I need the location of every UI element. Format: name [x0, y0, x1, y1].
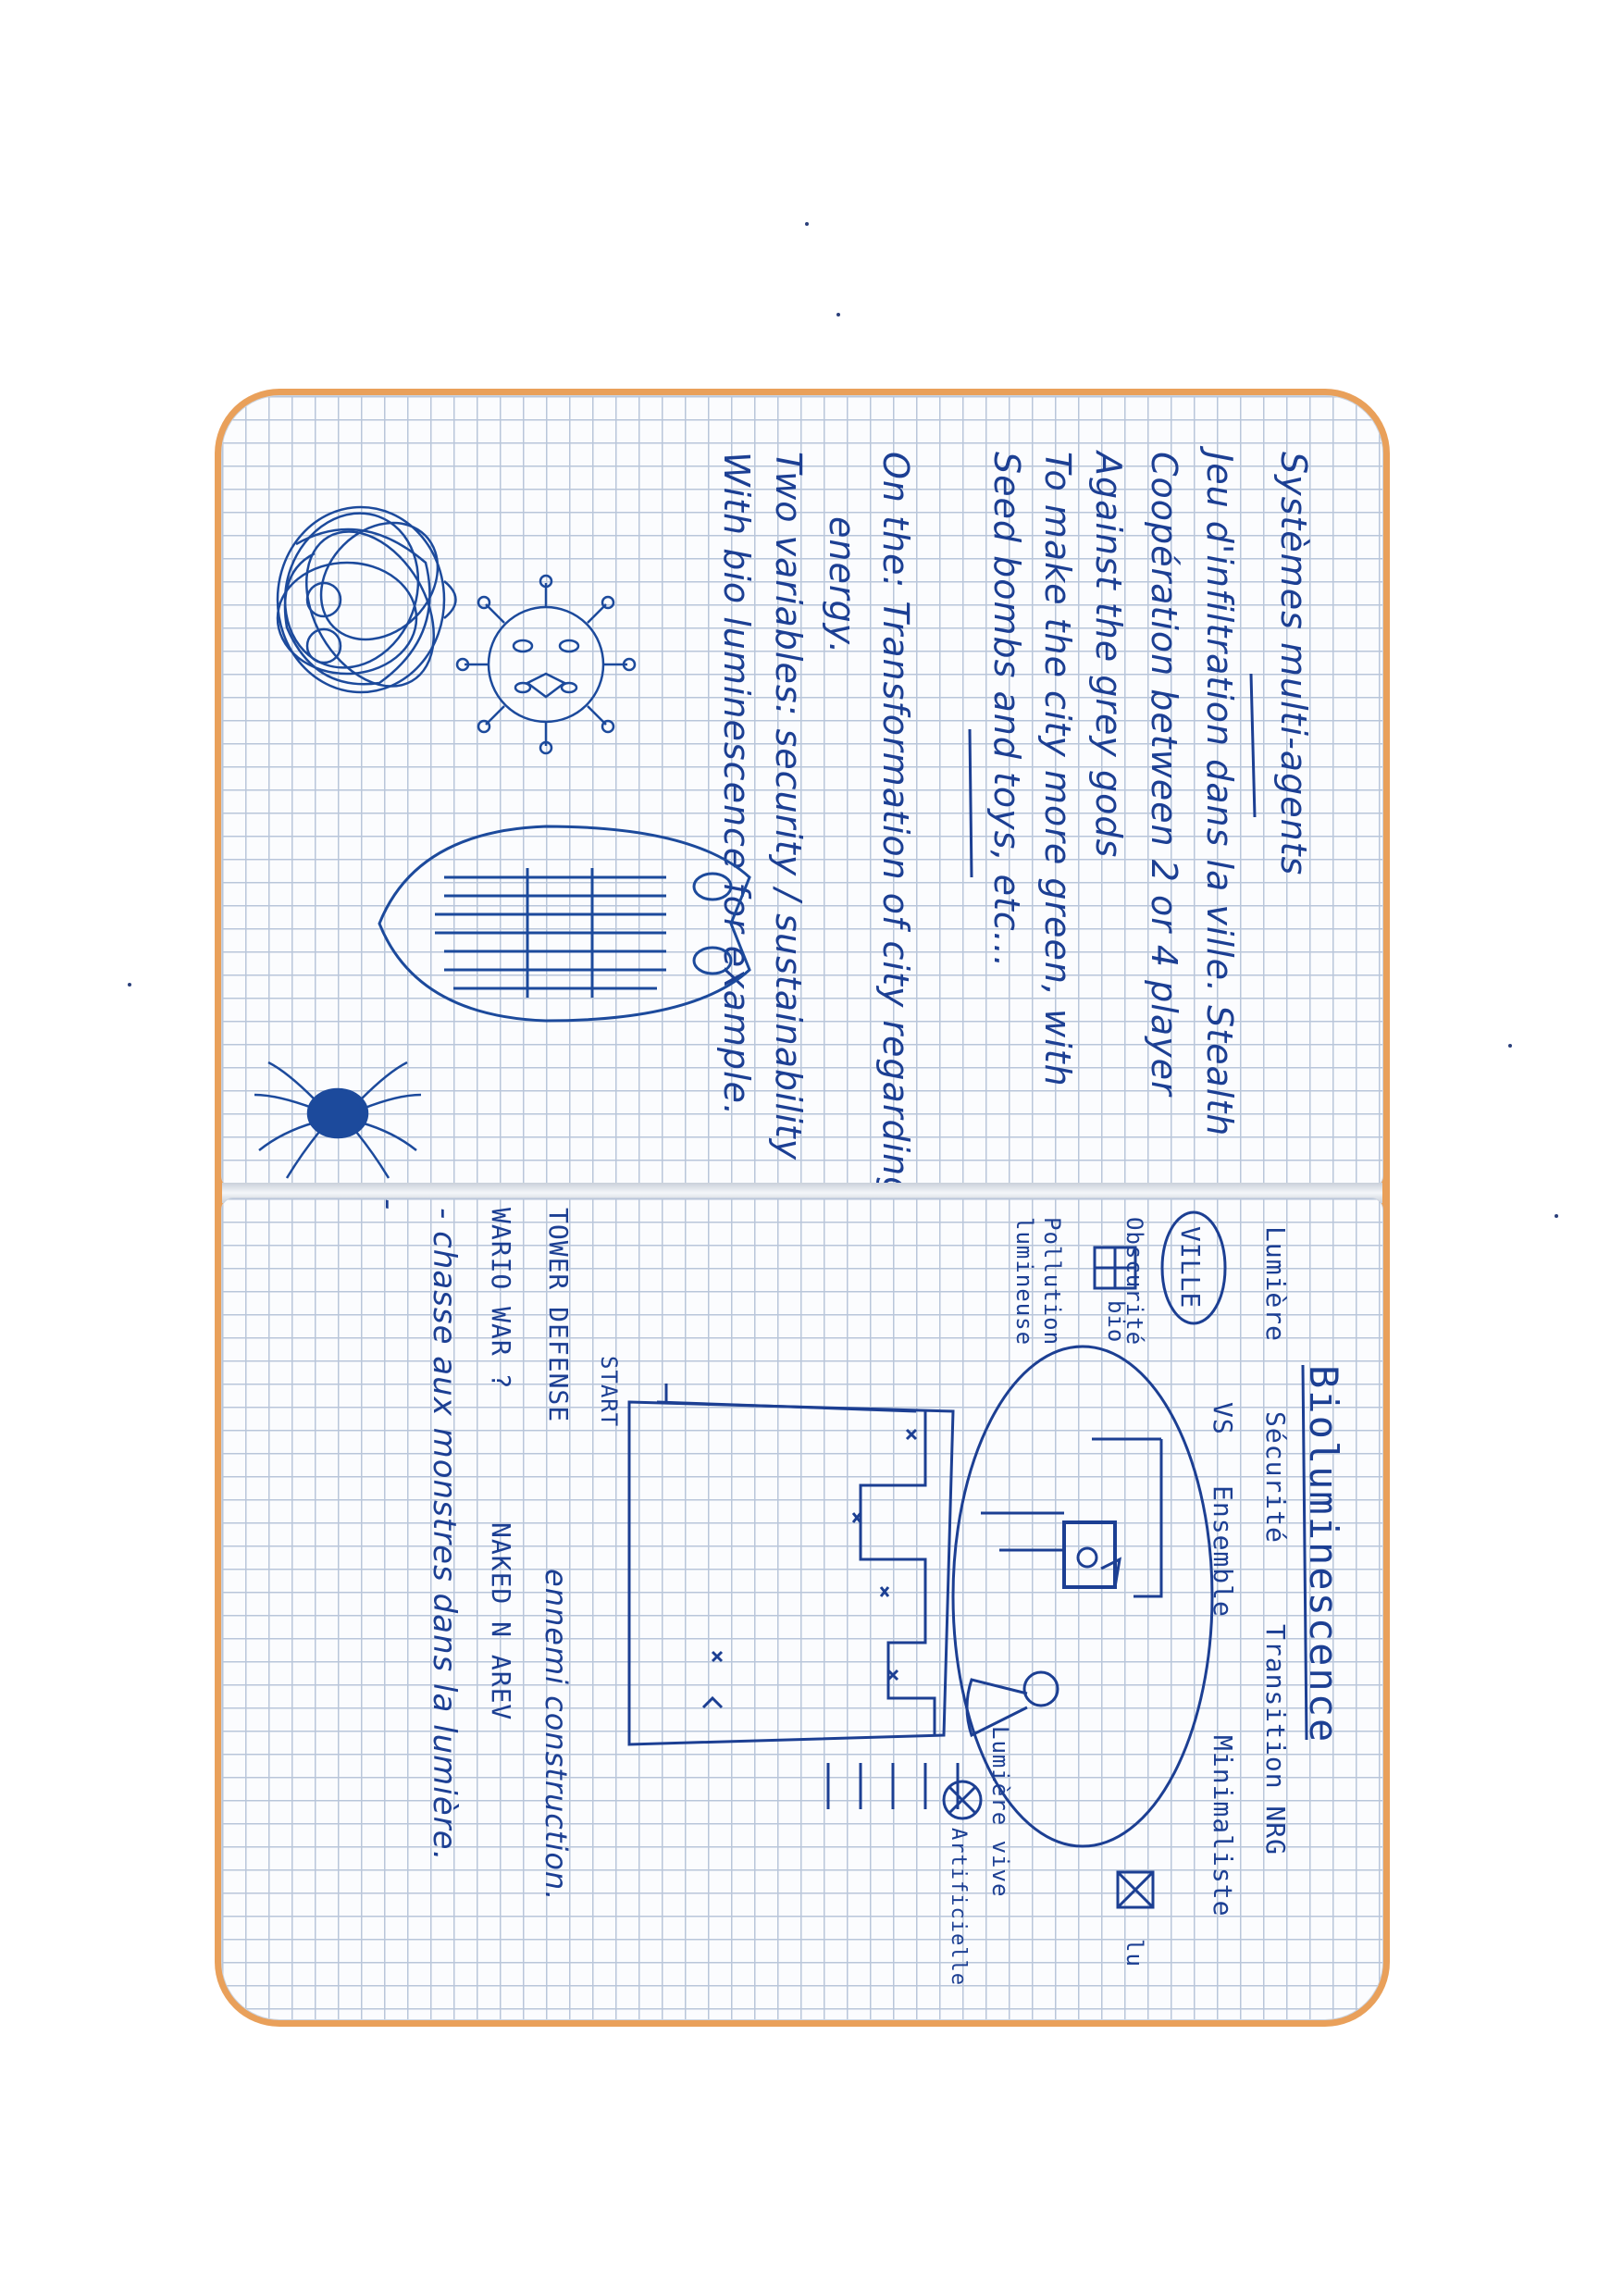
spider-drawing	[254, 1061, 422, 1179]
scan-speck	[1555, 1214, 1558, 1218]
tower-defense-label: TOWER DEFENSE	[543, 1208, 574, 1423]
naked-n-arev-label: NAKED N AREV	[486, 1522, 516, 1721]
notebook: Systèmes multi-agents Jeu d'infiltration…	[215, 389, 1390, 2027]
chasse-label: - chasse aux monstres dans la lumière.	[426, 1208, 463, 1862]
owl-beetle-drawing	[378, 825, 751, 1023]
scan-speck	[1508, 1044, 1512, 1048]
scan-speck	[836, 313, 840, 316]
top-line-2: Coopération between 2 or 4 player	[1144, 452, 1184, 1097]
pollution-label-line1: Pollution lumineuse	[1011, 1217, 1065, 1347]
virus-creature-drawing	[455, 574, 637, 755]
dash-label: -	[370, 1198, 407, 1211]
start-label: START	[596, 1356, 622, 1428]
window-icon	[1093, 1246, 1137, 1290]
top-line-5: Seed bombs and toys, etc...	[986, 452, 1027, 969]
lu-label: lu	[1121, 1939, 1147, 1967]
top-line-3: Against the grey gods	[1088, 452, 1129, 859]
top-line-4: To make the city more green, with	[1037, 452, 1078, 1087]
wario-war-label: WARIO WAR ?	[486, 1208, 516, 1390]
ennemi-label: ennemi construction.	[539, 1569, 574, 1902]
lumiere-heading: Lumière	[1260, 1226, 1291, 1343]
transition-heading: Transition NRG	[1260, 1624, 1291, 1856]
top-page: Systèmes multi-agents Jeu d'infiltration…	[222, 396, 1382, 1187]
securite-heading: Sécurité	[1260, 1411, 1291, 1544]
scribble-face-drawing	[276, 505, 457, 694]
scan-speck	[128, 983, 131, 987]
ville-label: VILLE	[1175, 1226, 1206, 1309]
lumiere-vive-label: Lumière vive	[987, 1726, 1013, 1898]
artificielle-label: Artificielle	[947, 1828, 970, 1986]
tower-defense-map-drawing	[627, 1384, 960, 1809]
top-line-1: Jeu d'infiltration dans la ville. Stealt…	[1199, 452, 1240, 1137]
crossed-box-icon	[1116, 1870, 1155, 1909]
top-line-6: On the: Transformation of city regarding	[875, 452, 916, 1187]
bottom-page: Bioluminescence Lumière Sécurité Transit…	[222, 1198, 1382, 2019]
top-line-7: energy.	[822, 516, 862, 655]
top-line-8: Two variables: security / sustainability	[768, 452, 809, 1161]
scan-speck	[805, 222, 809, 226]
